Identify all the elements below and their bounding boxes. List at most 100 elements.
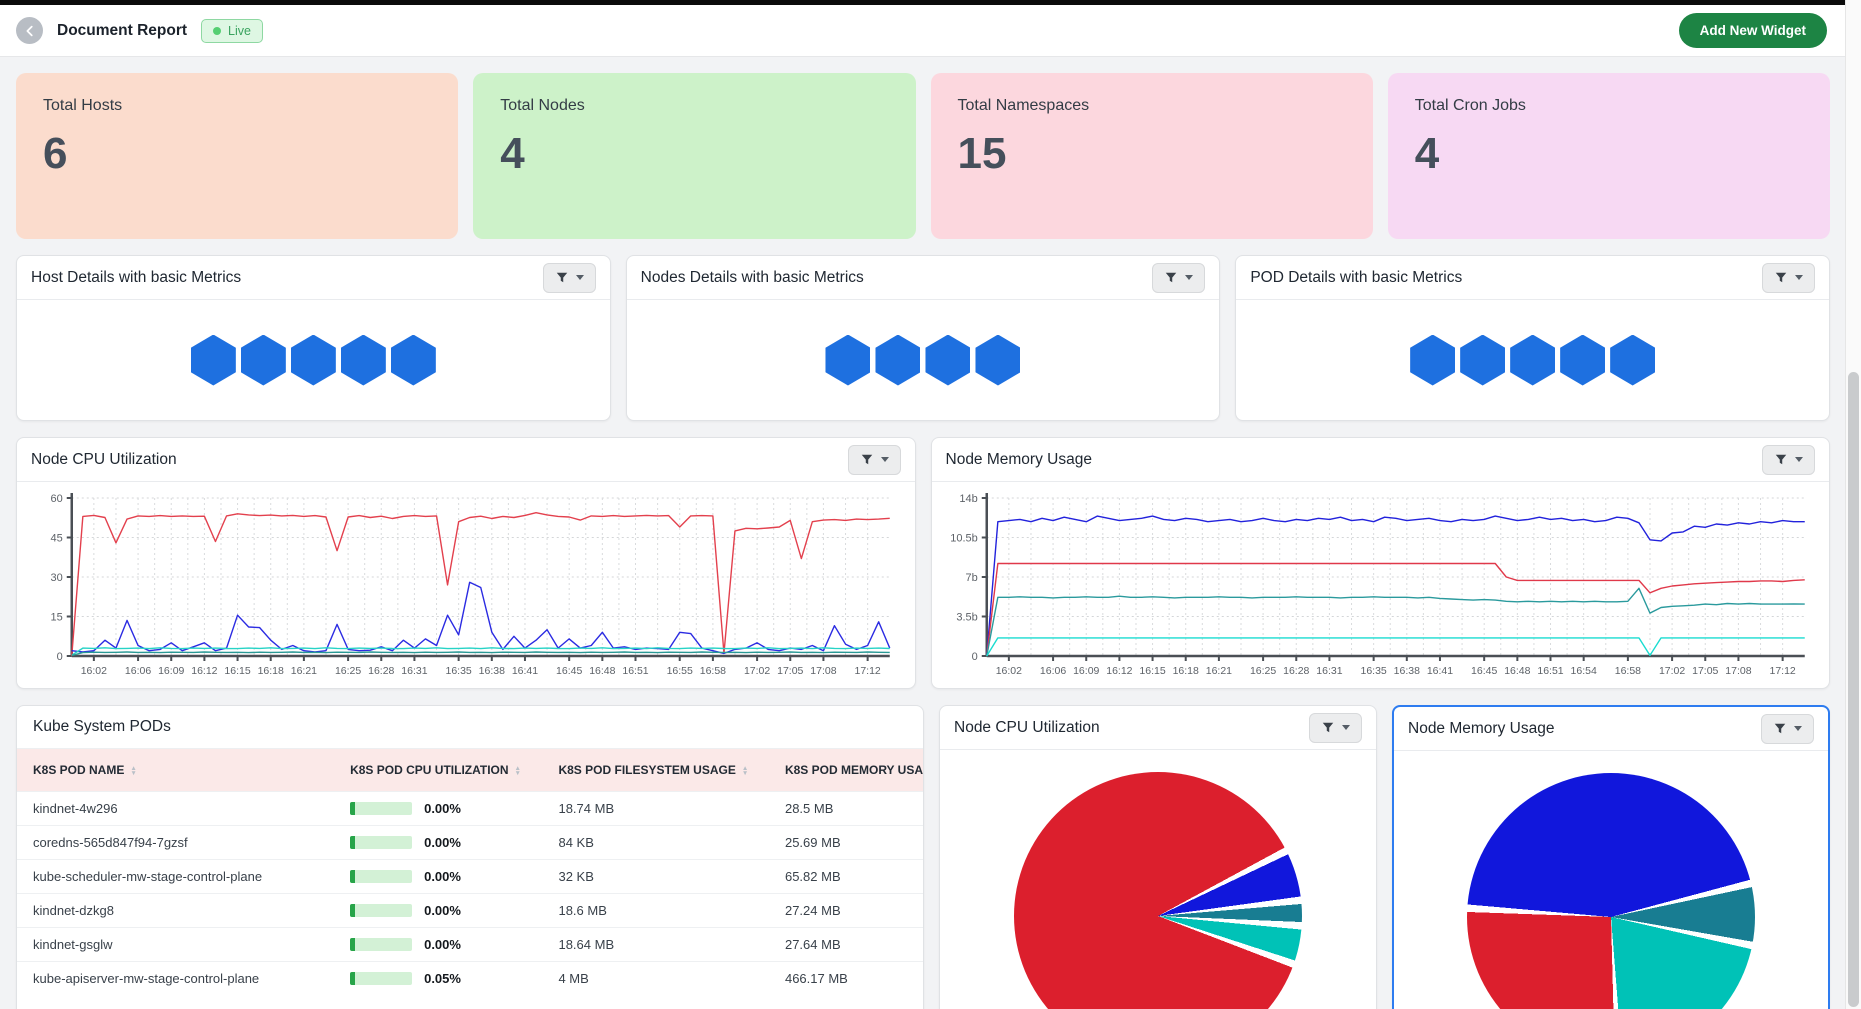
stat-card-total-namespaces: Total Namespaces 15 bbox=[931, 73, 1373, 239]
table-title: Kube System PODs bbox=[17, 706, 923, 749]
cpu-percentage-label: 0.05% bbox=[424, 971, 461, 986]
hexagon-node-icon[interactable] bbox=[291, 335, 336, 386]
pod-memory-cell: 27.64 MB bbox=[769, 928, 923, 962]
chevron-down-icon bbox=[1795, 275, 1803, 280]
filter-funnel-icon bbox=[1164, 271, 1178, 285]
panel-title: Node CPU Utilization bbox=[954, 719, 1100, 737]
pod-cpu-cell: 0.00% bbox=[334, 826, 542, 860]
panel-pod-details: POD Details with basic Metrics bbox=[1235, 255, 1830, 421]
svg-text:16:21: 16:21 bbox=[291, 665, 317, 677]
hexagon-node-icon[interactable] bbox=[1610, 335, 1655, 386]
panel-title: Node Memory Usage bbox=[1408, 720, 1554, 738]
svg-text:16:12: 16:12 bbox=[1106, 665, 1132, 677]
svg-text:16:06: 16:06 bbox=[1039, 665, 1065, 677]
pod-memory-cell: 25.69 MB bbox=[769, 826, 923, 860]
filter-dropdown-button[interactable] bbox=[1309, 713, 1362, 743]
kube-system-pods-table: K8S POD NAME▲▼K8S POD CPU UTILIZATION▲▼K… bbox=[17, 749, 923, 995]
svg-text:16:31: 16:31 bbox=[1316, 665, 1342, 677]
page-scrollbar[interactable] bbox=[1845, 0, 1861, 1009]
pod-cpu-cell: 0.00% bbox=[334, 792, 542, 826]
svg-text:16:58: 16:58 bbox=[1614, 665, 1640, 677]
svg-text:15: 15 bbox=[51, 612, 63, 624]
sort-arrows-icon[interactable]: ▲▼ bbox=[742, 766, 748, 776]
table-column-header[interactable]: K8S POD CPU UTILIZATION ▲▼ bbox=[334, 749, 542, 792]
stat-card-label: Total Namespaces bbox=[958, 97, 1346, 115]
stat-card-label: Total Nodes bbox=[500, 97, 888, 115]
svg-text:3.5b: 3.5b bbox=[956, 612, 977, 624]
line-chart-svg: 03.5b7b10.5b14b16:0216:0616:0916:1216:15… bbox=[938, 486, 1820, 686]
hexagon-node-icon[interactable] bbox=[391, 335, 436, 386]
add-new-widget-button[interactable]: Add New Widget bbox=[1679, 13, 1827, 48]
pod-table-row: kindnet-gsglw0.00%18.64 MB27.64 MB bbox=[17, 928, 923, 962]
sort-arrows-icon[interactable]: ▲▼ bbox=[130, 766, 136, 776]
back-button[interactable] bbox=[16, 17, 43, 44]
cpu-progress-bar bbox=[350, 870, 412, 883]
filter-dropdown-button[interactable] bbox=[1761, 714, 1814, 744]
pod-cpu-cell: 0.00% bbox=[334, 928, 542, 962]
live-dot-icon bbox=[213, 27, 221, 35]
svg-text:0: 0 bbox=[971, 651, 977, 663]
scrollbar-thumb[interactable] bbox=[1848, 372, 1859, 1007]
pod-memory-cell: 28.5 MB bbox=[769, 792, 923, 826]
filter-dropdown-button[interactable] bbox=[848, 445, 901, 475]
hexagon-node-icon[interactable] bbox=[241, 335, 286, 386]
hexagon-node-icon[interactable] bbox=[875, 335, 920, 386]
table-column-header[interactable]: K8S POD FILESYSTEM USAGE▲▼ bbox=[542, 749, 769, 792]
hexagon-node-icon[interactable] bbox=[341, 335, 386, 386]
page-title: Document Report bbox=[57, 22, 187, 40]
hexagon-node-icon[interactable] bbox=[925, 335, 970, 386]
filter-funnel-icon bbox=[860, 453, 874, 467]
hexagon-node-icon[interactable] bbox=[1410, 335, 1455, 386]
pod-hexagon-group bbox=[1236, 300, 1829, 420]
pod-table-row: kube-apiserver-mw-stage-control-plane 0.0… bbox=[17, 962, 923, 996]
sort-arrows-icon[interactable]: ▲▼ bbox=[515, 766, 521, 776]
cpu-progress-bar bbox=[350, 938, 412, 951]
svg-text:16:02: 16:02 bbox=[995, 665, 1021, 677]
svg-text:0: 0 bbox=[57, 651, 63, 663]
stat-card-label: Total Cron Jobs bbox=[1415, 97, 1803, 115]
cpu-percentage-label: 0.00% bbox=[424, 835, 461, 850]
nodes-hexagon-group bbox=[627, 300, 1220, 420]
panel-node-cpu-utilization-chart: Node CPU Utilization 01530456016:0216:06… bbox=[16, 437, 916, 689]
chevron-down-icon bbox=[576, 275, 584, 280]
hexagon-node-icon[interactable] bbox=[1560, 335, 1605, 386]
svg-text:17:08: 17:08 bbox=[810, 665, 836, 677]
filter-funnel-icon bbox=[1773, 722, 1787, 736]
hexagon-node-icon[interactable] bbox=[1510, 335, 1555, 386]
live-badge: Live bbox=[201, 19, 263, 43]
svg-text:16:45: 16:45 bbox=[1471, 665, 1497, 677]
filter-dropdown-button[interactable] bbox=[1152, 263, 1205, 293]
svg-text:16:09: 16:09 bbox=[1073, 665, 1099, 677]
filter-dropdown-button[interactable] bbox=[543, 263, 596, 293]
pod-name-cell: kindnet-4w296 bbox=[17, 792, 334, 826]
svg-text:16:18: 16:18 bbox=[1172, 665, 1198, 677]
cpu-percentage-label: 0.00% bbox=[424, 903, 461, 918]
hexagon-node-icon[interactable] bbox=[825, 335, 870, 386]
svg-text:30: 30 bbox=[51, 572, 63, 584]
svg-text:16:28: 16:28 bbox=[368, 665, 394, 677]
panel-title: Nodes Details with basic Metrics bbox=[641, 269, 864, 287]
svg-text:10.5b: 10.5b bbox=[950, 533, 978, 545]
svg-text:16:21: 16:21 bbox=[1205, 665, 1231, 677]
svg-text:14b: 14b bbox=[959, 493, 977, 505]
panel-nodes-details: Nodes Details with basic Metrics bbox=[626, 255, 1221, 421]
column-header-label: K8S POD CPU UTILIZATION bbox=[350, 763, 508, 777]
pod-cpu-cell: 0.00% bbox=[334, 860, 542, 894]
filter-dropdown-button[interactable] bbox=[1762, 445, 1815, 475]
svg-text:16:12: 16:12 bbox=[191, 665, 217, 677]
dashboard-content: Total Hosts 6 Total Nodes 4 Total Namesp… bbox=[0, 57, 1845, 1009]
hexagon-node-icon[interactable] bbox=[191, 335, 236, 386]
hexagon-node-icon[interactable] bbox=[1460, 335, 1505, 386]
bottom-row: Kube System PODs K8S POD NAME▲▼K8S POD C… bbox=[16, 705, 1830, 1009]
hexagon-node-icon[interactable] bbox=[975, 335, 1020, 386]
filter-dropdown-button[interactable] bbox=[1762, 263, 1815, 293]
stat-card-total-cron-jobs: Total Cron Jobs 4 bbox=[1388, 73, 1830, 239]
table-column-header[interactable]: K8S POD MEMORY USAGE▲▼ bbox=[769, 749, 923, 792]
svg-text:16:45: 16:45 bbox=[556, 665, 582, 677]
memory-pie-chart bbox=[1467, 773, 1755, 1009]
table-column-header[interactable]: K8S POD NAME▲▼ bbox=[17, 749, 334, 792]
pod-memory-cell: 466.17 MB bbox=[769, 962, 923, 996]
panel-title: Host Details with basic Metrics bbox=[31, 269, 241, 287]
svg-text:16:25: 16:25 bbox=[335, 665, 361, 677]
pod-name-cell: kube-apiserver-mw-stage-control-plane bbox=[17, 962, 334, 996]
